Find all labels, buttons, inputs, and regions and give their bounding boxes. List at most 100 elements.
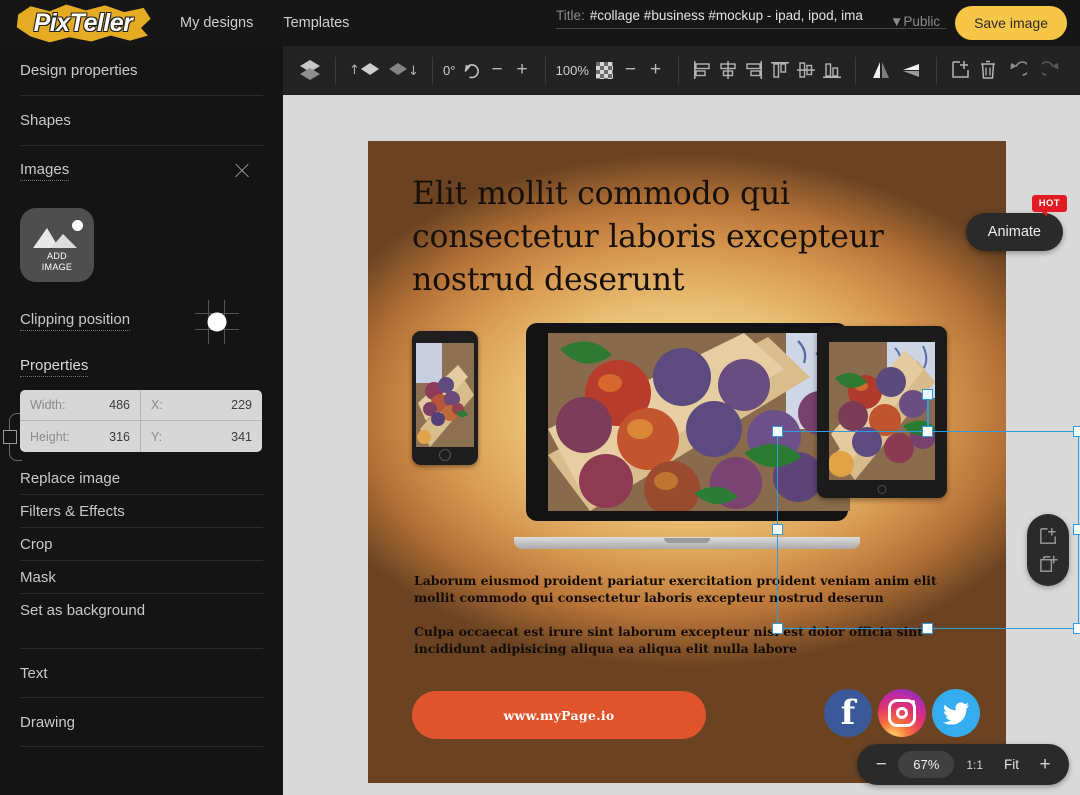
clipping-position-dot[interactable] (207, 312, 227, 332)
nav-templates[interactable]: Templates (283, 15, 349, 31)
sun-icon (72, 220, 83, 231)
toolbar-divider (432, 56, 433, 84)
toolbar-divider (335, 56, 336, 84)
sidebar-item-crop[interactable]: Crop (20, 528, 263, 561)
resize-handle-bottom-right[interactable] (1073, 623, 1080, 634)
layers-icon[interactable] (295, 54, 325, 86)
title-input-wrapper[interactable]: Title: #collage #business #mockup - ipad… (556, 8, 946, 29)
resize-handle-top-left[interactable] (772, 426, 783, 437)
facebook-icon[interactable]: f (824, 689, 872, 737)
rotation-decrease-button[interactable]: − (484, 59, 509, 81)
flip-vertical-icon[interactable] (896, 54, 926, 86)
transparency-checker-icon[interactable] (592, 54, 618, 86)
twitter-icon[interactable] (932, 689, 980, 737)
animate-button[interactable]: Animate HOT (965, 195, 1067, 251)
add-page-icon[interactable] (1038, 526, 1059, 547)
opacity-value[interactable]: 100% (556, 63, 589, 78)
rotation-value[interactable]: 0° (443, 63, 455, 78)
resize-handle-bottom-center[interactable] (922, 623, 933, 634)
resize-handle-top-right[interactable] (1073, 426, 1080, 437)
add-image-button[interactable]: ADD IMAGE (20, 208, 94, 282)
artboard-body-text[interactable]: Laborum eiusmod proident pariatur exerci… (414, 573, 959, 657)
sidebar-item-filters-effects[interactable]: Filters & Effects (20, 495, 263, 528)
hot-badge: HOT (1031, 195, 1067, 217)
sidebar-item-shapes[interactable]: Shapes (20, 96, 263, 146)
flip-horizontal-icon[interactable] (866, 54, 896, 86)
add-image-label-line1: ADD (47, 251, 67, 261)
device-mockups-group (368, 323, 1006, 551)
height-field[interactable]: Height: 316 (20, 421, 141, 452)
sidebar-item-label: Filters & Effects (20, 502, 125, 520)
chevron-down-icon: ▼ (890, 14, 904, 29)
sidebar-item-replace-image[interactable]: Replace image (20, 462, 263, 495)
cta-button[interactable]: www.myPage.io (412, 691, 706, 739)
bring-forward-icon[interactable]: ↑ (346, 54, 384, 86)
sidebar-item-label: Set as background (20, 602, 146, 619)
x-field[interactable]: X: 229 (141, 390, 262, 421)
save-image-button[interactable]: Save image (955, 6, 1067, 40)
visibility-dropdown[interactable]: ▼Public (890, 14, 940, 29)
artboard-paragraph-2: Culpa occaecat est irure sint laborum ex… (414, 624, 923, 656)
align-top-icon[interactable] (767, 54, 793, 86)
app-logo[interactable]: PixTeller (8, 0, 158, 46)
zoom-fit-button[interactable]: Fit (995, 757, 1028, 772)
send-backward-icon[interactable]: ↓ (384, 54, 422, 86)
rotation-increase-button[interactable]: + (510, 59, 535, 81)
rotation-handle[interactable] (922, 389, 933, 400)
sidebar-item-images[interactable]: Images (20, 146, 263, 196)
zoom-out-button[interactable]: − (866, 755, 896, 774)
laptop-mockup[interactable] (514, 323, 860, 549)
pixteller-editor: PixTeller My designs Templates Title: #c… (0, 0, 1080, 795)
sidebar-item-text[interactable]: Text (20, 649, 263, 698)
resize-handle-top-center[interactable] (922, 426, 933, 437)
toolbar-divider (678, 56, 680, 84)
social-icons-group: f (824, 689, 980, 737)
iphone-mockup[interactable] (412, 331, 478, 465)
sidebar-item-label: Shapes (20, 112, 71, 129)
logo-text: PixTeller (33, 8, 133, 37)
y-field[interactable]: Y: 341 (141, 421, 262, 452)
plums-photo (829, 342, 935, 480)
width-field[interactable]: Width: 486 (20, 390, 141, 421)
artboard-headline[interactable]: Elit mollit commodo qui consectetur labo… (412, 173, 964, 302)
zoom-control-bar: − 67% 1:1 Fit + (857, 744, 1069, 785)
undo-icon[interactable] (1003, 54, 1030, 86)
instagram-icon[interactable] (878, 689, 926, 737)
redo-icon[interactable] (1039, 54, 1066, 86)
sidebar-item-design-properties[interactable]: Design properties (20, 46, 263, 96)
align-middle-vertical-icon[interactable] (793, 54, 819, 86)
canvas-viewport[interactable]: Elit mollit commodo qui consectetur labo… (283, 95, 1080, 795)
opacity-decrease-button[interactable]: − (618, 59, 643, 81)
artboard-paragraph-1: Laborum eiusmod proident pariatur exerci… (414, 573, 937, 605)
sidebar-item-label: Images (20, 161, 70, 181)
nav-my-designs[interactable]: My designs (180, 15, 253, 31)
align-center-horizontal-icon[interactable] (715, 54, 741, 86)
duplicate-page-icon[interactable] (1038, 554, 1059, 575)
svg-text:↑: ↑ (349, 63, 360, 78)
sidebar-item-set-as-background[interactable]: Set as background (20, 594, 263, 627)
zoom-one-to-one-button[interactable]: 1:1 (956, 758, 993, 772)
resize-handle-bottom-left[interactable] (772, 623, 783, 634)
home-button (877, 485, 887, 494)
toolbar-divider (544, 56, 546, 84)
sidebar-item-mask[interactable]: Mask (20, 561, 263, 594)
clipping-position-label: Clipping position (20, 311, 131, 331)
zoom-percent[interactable]: 67% (898, 751, 955, 778)
rotate-icon[interactable] (458, 54, 484, 86)
close-icon[interactable] (233, 162, 251, 180)
zoom-in-button[interactable]: + (1030, 755, 1060, 774)
align-bottom-icon[interactable] (819, 54, 845, 86)
align-left-icon[interactable] (689, 54, 715, 86)
sidebar-item-label: Text (20, 664, 48, 682)
opacity-increase-button[interactable]: + (643, 59, 668, 81)
align-right-icon[interactable] (741, 54, 767, 86)
resize-handle-middle-right[interactable] (1073, 524, 1080, 535)
duplicate-icon[interactable] (947, 54, 975, 86)
artboard[interactable]: Elit mollit commodo qui consectetur labo… (368, 141, 1006, 783)
resize-handle-middle-left[interactable] (772, 524, 783, 535)
trash-icon[interactable] (975, 54, 1001, 86)
sidebar-item-label: Mask (20, 568, 56, 586)
sidebar-item-drawing[interactable]: Drawing (20, 698, 263, 747)
clipping-position-grid[interactable] (193, 298, 241, 346)
sidebar-item-label: Crop (20, 535, 53, 553)
